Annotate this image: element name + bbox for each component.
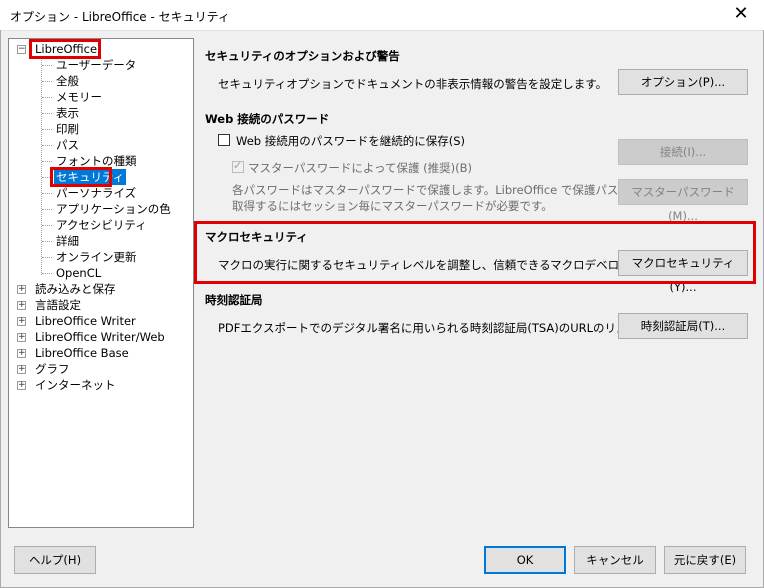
options-button[interactable]: オプション(P)... <box>618 69 748 95</box>
persist-passwords-label: Web 接続用のパスワードを継続的に保存(S) <box>236 134 465 148</box>
tsa-description: PDFエクスポートでのデジタル署名に用いられる時刻認証局(TSA)のURLのリス… <box>218 321 639 335</box>
expand-icon[interactable]: + <box>17 301 26 310</box>
tree-item[interactable]: ユーザーデータ <box>56 57 136 73</box>
tree-item[interactable]: 詳細 <box>56 233 79 249</box>
tree-group[interactable]: 言語設定 <box>35 297 81 313</box>
reset-button[interactable]: 元に戻す(E) <box>664 546 746 574</box>
options-tree[interactable]: − LibreOffice ユーザーデータ 全般 メモリー 表示 印刷 パス フ… <box>8 38 194 528</box>
tree-group[interactable]: LibreOffice Writer/Web <box>35 329 165 345</box>
master-password-button[interactable]: マスターパスワード(M)... <box>618 179 748 223</box>
master-password-label: マスターパスワードによって保護 (推奨)(B) <box>248 161 472 175</box>
highlight-box-security <box>50 167 112 187</box>
section-title-passwords: Web 接続のパスワード <box>205 112 330 126</box>
expand-icon[interactable]: + <box>17 333 26 342</box>
master-password-checkbox[interactable] <box>232 159 244 173</box>
tree-connector <box>42 273 52 274</box>
tree-connector <box>42 81 52 82</box>
tree-item[interactable]: OpenCL <box>56 265 101 281</box>
highlight-box-macro <box>194 221 756 284</box>
tree-connector <box>42 257 52 258</box>
close-icon[interactable]: ✕ <box>730 3 752 25</box>
cancel-button[interactable]: キャンセル <box>574 546 656 574</box>
collapse-icon[interactable]: − <box>17 45 26 54</box>
tree-line <box>41 57 42 275</box>
persist-passwords-checkbox[interactable] <box>218 134 230 146</box>
tree-connector <box>42 209 52 210</box>
tsa-button[interactable]: 時刻認証局(T)... <box>618 313 748 339</box>
ok-button[interactable]: OK <box>484 546 566 574</box>
tree-connector <box>42 193 52 194</box>
options-description: セキュリティオプションでドキュメントの非表示情報の警告を設定します。 <box>218 77 608 91</box>
connections-button[interactable]: 接続(I)... <box>618 139 748 165</box>
tree-connector <box>42 113 52 114</box>
section-title-tsa: 時刻認証局 <box>205 293 263 307</box>
help-button[interactable]: ヘルプ(H) <box>14 546 96 574</box>
password-description-line2: 取得するにはセッション毎にマスターパスワードが必要です。 <box>232 199 553 213</box>
tree-connector <box>42 241 52 242</box>
tree-connector <box>42 129 52 130</box>
tree-group[interactable]: LibreOffice Writer <box>35 313 136 329</box>
expand-icon[interactable]: + <box>17 365 26 374</box>
tree-item[interactable]: アプリケーションの色 <box>56 201 171 217</box>
tree-item[interactable]: 表示 <box>56 105 79 121</box>
tree-item[interactable]: 印刷 <box>56 121 79 137</box>
tree-connector <box>42 65 52 66</box>
tree-group[interactable]: インターネット <box>35 377 116 393</box>
tree-group[interactable]: 読み込みと保存 <box>35 281 116 297</box>
tree-connector <box>42 225 52 226</box>
expand-icon[interactable]: + <box>17 285 26 294</box>
expand-icon[interactable]: + <box>17 317 26 326</box>
expand-icon[interactable]: + <box>17 349 26 358</box>
expand-icon[interactable]: + <box>17 381 26 390</box>
tree-item[interactable]: パス <box>56 137 79 153</box>
password-description-line1: 各パスワードはマスターパスワードで保護します。LibreOffice で保護パス… <box>232 183 665 197</box>
tree-item[interactable]: オンライン更新 <box>56 249 137 265</box>
tree-connector <box>42 97 52 98</box>
window-title: オプション - LibreOffice - セキュリティ <box>10 10 230 24</box>
tree-item[interactable]: パーソナライズ <box>56 185 136 201</box>
tree-connector <box>42 161 52 162</box>
tree-group[interactable]: グラフ <box>35 361 70 377</box>
tree-item[interactable]: 全般 <box>56 73 79 89</box>
tree-item[interactable]: メモリー <box>56 89 102 105</box>
tree-group[interactable]: LibreOffice Base <box>35 345 129 361</box>
highlight-box-root <box>29 39 101 59</box>
tree-item[interactable]: アクセシビリティ <box>56 217 147 233</box>
section-title-options: セキュリティのオプションおよび警告 <box>205 49 400 63</box>
tree-connector <box>42 145 52 146</box>
